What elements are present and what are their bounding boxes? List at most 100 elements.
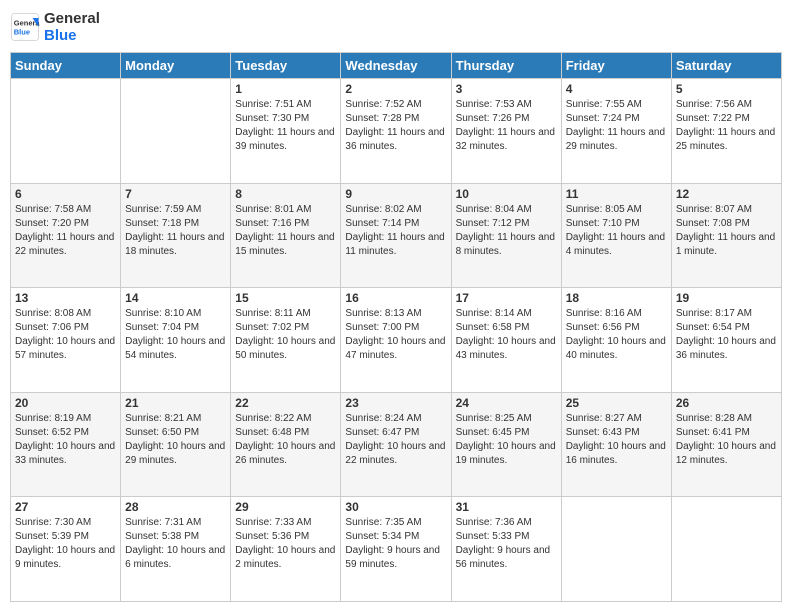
day-number: 18 xyxy=(566,291,667,305)
day-number: 15 xyxy=(235,291,336,305)
day-number: 2 xyxy=(345,82,446,96)
day-number: 12 xyxy=(676,187,777,201)
calendar-cell: 6Sunrise: 7:58 AM Sunset: 7:20 PM Daylig… xyxy=(11,183,121,288)
day-info: Sunrise: 7:56 AM Sunset: 7:22 PM Dayligh… xyxy=(676,98,777,154)
day-info: Sunrise: 7:58 AM Sunset: 7:20 PM Dayligh… xyxy=(15,203,116,259)
day-number: 8 xyxy=(235,187,336,201)
day-info: Sunrise: 8:05 AM Sunset: 7:10 PM Dayligh… xyxy=(566,203,667,259)
logo-text: General Blue xyxy=(44,10,100,44)
weekday-header-monday: Monday xyxy=(121,53,231,79)
day-info: Sunrise: 8:13 AM Sunset: 7:00 PM Dayligh… xyxy=(345,307,446,363)
day-number: 13 xyxy=(15,291,116,305)
day-number: 31 xyxy=(456,500,557,514)
day-number: 22 xyxy=(235,396,336,410)
day-info: Sunrise: 8:21 AM Sunset: 6:50 PM Dayligh… xyxy=(125,412,226,468)
calendar-cell: 18 Sunrise: 8:16 AM Sunset: 6:56 PM Dayli… xyxy=(561,288,671,393)
day-info: Sunrise: 7:59 AM Sunset: 7:18 PM Dayligh… xyxy=(125,203,226,259)
calendar-cell: 30Sunrise: 7:35 AM Sunset: 5:34 PM Dayli… xyxy=(341,497,451,602)
week-row-2: 6Sunrise: 7:58 AM Sunset: 7:20 PM Daylig… xyxy=(11,183,782,288)
day-number: 25 xyxy=(566,396,667,410)
weekday-header-friday: Friday xyxy=(561,53,671,79)
weekday-header-sunday: Sunday xyxy=(11,53,121,79)
calendar-cell: 25 Sunrise: 8:27 AM Sunset: 6:43 PM Dayli… xyxy=(561,392,671,497)
day-info: Sunrise: 8:14 AM Sunset: 6:58 PM Dayligh… xyxy=(456,307,557,363)
logo-icon: General Blue xyxy=(10,12,40,42)
day-info: Sunrise: 7:53 AM Sunset: 7:26 PM Dayligh… xyxy=(456,98,557,154)
day-info: Sunrise: 8:16 AM Sunset: 6:56 PM Dayligh… xyxy=(566,307,667,363)
weekday-header-saturday: Saturday xyxy=(671,53,781,79)
week-row-3: 13 Sunrise: 8:08 AM Sunset: 7:06 PM Dayli… xyxy=(11,288,782,393)
week-row-1: 1Sunrise: 7:51 AM Sunset: 7:30 PM Daylig… xyxy=(11,79,782,184)
calendar-cell: 26 Sunrise: 8:28 AM Sunset: 6:41 PM Dayli… xyxy=(671,392,781,497)
day-number: 19 xyxy=(676,291,777,305)
day-info: Sunrise: 8:17 AM Sunset: 6:54 PM Dayligh… xyxy=(676,307,777,363)
day-info: Sunrise: 8:11 AM Sunset: 7:02 PM Dayligh… xyxy=(235,307,336,363)
day-info: Sunrise: 8:10 AM Sunset: 7:04 PM Dayligh… xyxy=(125,307,226,363)
day-number: 28 xyxy=(125,500,226,514)
day-info: Sunrise: 8:01 AM Sunset: 7:16 PM Dayligh… xyxy=(235,203,336,259)
calendar-cell: 22 Sunrise: 8:22 AM Sunset: 6:48 PM Dayli… xyxy=(231,392,341,497)
calendar-cell: 24 Sunrise: 8:25 AM Sunset: 6:45 PM Dayli… xyxy=(451,392,561,497)
calendar-cell: 20Sunrise: 8:19 AM Sunset: 6:52 PM Dayli… xyxy=(11,392,121,497)
day-number: 23 xyxy=(345,396,446,410)
week-row-4: 20Sunrise: 8:19 AM Sunset: 6:52 PM Dayli… xyxy=(11,392,782,497)
day-number: 26 xyxy=(676,396,777,410)
day-info: Sunrise: 7:31 AM Sunset: 5:38 PM Dayligh… xyxy=(125,516,226,572)
calendar-cell: 9Sunrise: 8:02 AM Sunset: 7:14 PM Daylig… xyxy=(341,183,451,288)
calendar-cell: 28 Sunrise: 7:31 AM Sunset: 5:38 PM Dayli… xyxy=(121,497,231,602)
calendar-cell: 12 Sunrise: 8:07 AM Sunset: 7:08 PM Dayli… xyxy=(671,183,781,288)
calendar-cell: 16Sunrise: 8:13 AM Sunset: 7:00 PM Dayli… xyxy=(341,288,451,393)
weekday-header-tuesday: Tuesday xyxy=(231,53,341,79)
calendar-table: SundayMondayTuesdayWednesdayThursdayFrid… xyxy=(10,52,782,602)
week-row-5: 27 Sunrise: 7:30 AM Sunset: 5:39 PM Dayli… xyxy=(11,497,782,602)
day-info: Sunrise: 8:27 AM Sunset: 6:43 PM Dayligh… xyxy=(566,412,667,468)
day-number: 29 xyxy=(235,500,336,514)
calendar-cell: 2 Sunrise: 7:52 AM Sunset: 7:28 PM Daylig… xyxy=(341,79,451,184)
day-info: Sunrise: 7:52 AM Sunset: 7:28 PM Dayligh… xyxy=(345,98,446,154)
calendar-page: General Blue General Blue SundayMondayTu… xyxy=(0,0,792,612)
day-info: Sunrise: 8:28 AM Sunset: 6:41 PM Dayligh… xyxy=(676,412,777,468)
calendar-cell xyxy=(121,79,231,184)
day-info: Sunrise: 8:25 AM Sunset: 6:45 PM Dayligh… xyxy=(456,412,557,468)
calendar-cell: 13 Sunrise: 8:08 AM Sunset: 7:06 PM Dayli… xyxy=(11,288,121,393)
day-info: Sunrise: 7:55 AM Sunset: 7:24 PM Dayligh… xyxy=(566,98,667,154)
calendar-cell: 7Sunrise: 7:59 AM Sunset: 7:18 PM Daylig… xyxy=(121,183,231,288)
day-number: 5 xyxy=(676,82,777,96)
day-number: 9 xyxy=(345,187,446,201)
calendar-cell: 5 Sunrise: 7:56 AM Sunset: 7:22 PM Daylig… xyxy=(671,79,781,184)
svg-text:Blue: Blue xyxy=(14,28,30,37)
calendar-cell: 17 Sunrise: 8:14 AM Sunset: 6:58 PM Dayli… xyxy=(451,288,561,393)
day-info: Sunrise: 8:08 AM Sunset: 7:06 PM Dayligh… xyxy=(15,307,116,363)
day-number: 30 xyxy=(345,500,446,514)
day-number: 27 xyxy=(15,500,116,514)
calendar-cell: 31 Sunrise: 7:36 AM Sunset: 5:33 PM Dayli… xyxy=(451,497,561,602)
day-info: Sunrise: 8:07 AM Sunset: 7:08 PM Dayligh… xyxy=(676,203,777,259)
day-number: 17 xyxy=(456,291,557,305)
day-info: Sunrise: 7:33 AM Sunset: 5:36 PM Dayligh… xyxy=(235,516,336,572)
calendar-cell: 1Sunrise: 7:51 AM Sunset: 7:30 PM Daylig… xyxy=(231,79,341,184)
day-number: 24 xyxy=(456,396,557,410)
day-info: Sunrise: 8:04 AM Sunset: 7:12 PM Dayligh… xyxy=(456,203,557,259)
day-info: Sunrise: 8:22 AM Sunset: 6:48 PM Dayligh… xyxy=(235,412,336,468)
calendar-cell: 23 Sunrise: 8:24 AM Sunset: 6:47 PM Dayli… xyxy=(341,392,451,497)
logo: General Blue General Blue xyxy=(10,10,100,44)
calendar-cell: 29 Sunrise: 7:33 AM Sunset: 5:36 PM Dayli… xyxy=(231,497,341,602)
day-number: 3 xyxy=(456,82,557,96)
calendar-cell xyxy=(561,497,671,602)
weekday-header-thursday: Thursday xyxy=(451,53,561,79)
calendar-cell: 21Sunrise: 8:21 AM Sunset: 6:50 PM Dayli… xyxy=(121,392,231,497)
calendar-cell: 14Sunrise: 8:10 AM Sunset: 7:04 PM Dayli… xyxy=(121,288,231,393)
calendar-cell: 27 Sunrise: 7:30 AM Sunset: 5:39 PM Dayli… xyxy=(11,497,121,602)
weekday-header-wednesday: Wednesday xyxy=(341,53,451,79)
calendar-cell: 15 Sunrise: 8:11 AM Sunset: 7:02 PM Dayli… xyxy=(231,288,341,393)
calendar-cell: 8 Sunrise: 8:01 AM Sunset: 7:16 PM Daylig… xyxy=(231,183,341,288)
day-info: Sunrise: 7:30 AM Sunset: 5:39 PM Dayligh… xyxy=(15,516,116,572)
day-info: Sunrise: 8:24 AM Sunset: 6:47 PM Dayligh… xyxy=(345,412,446,468)
calendar-cell: 3 Sunrise: 7:53 AM Sunset: 7:26 PM Daylig… xyxy=(451,79,561,184)
day-info: Sunrise: 7:36 AM Sunset: 5:33 PM Dayligh… xyxy=(456,516,557,572)
calendar-cell xyxy=(671,497,781,602)
day-number: 10 xyxy=(456,187,557,201)
calendar-cell: 19 Sunrise: 8:17 AM Sunset: 6:54 PM Dayli… xyxy=(671,288,781,393)
day-number: 20 xyxy=(15,396,116,410)
calendar-cell: 11Sunrise: 8:05 AM Sunset: 7:10 PM Dayli… xyxy=(561,183,671,288)
